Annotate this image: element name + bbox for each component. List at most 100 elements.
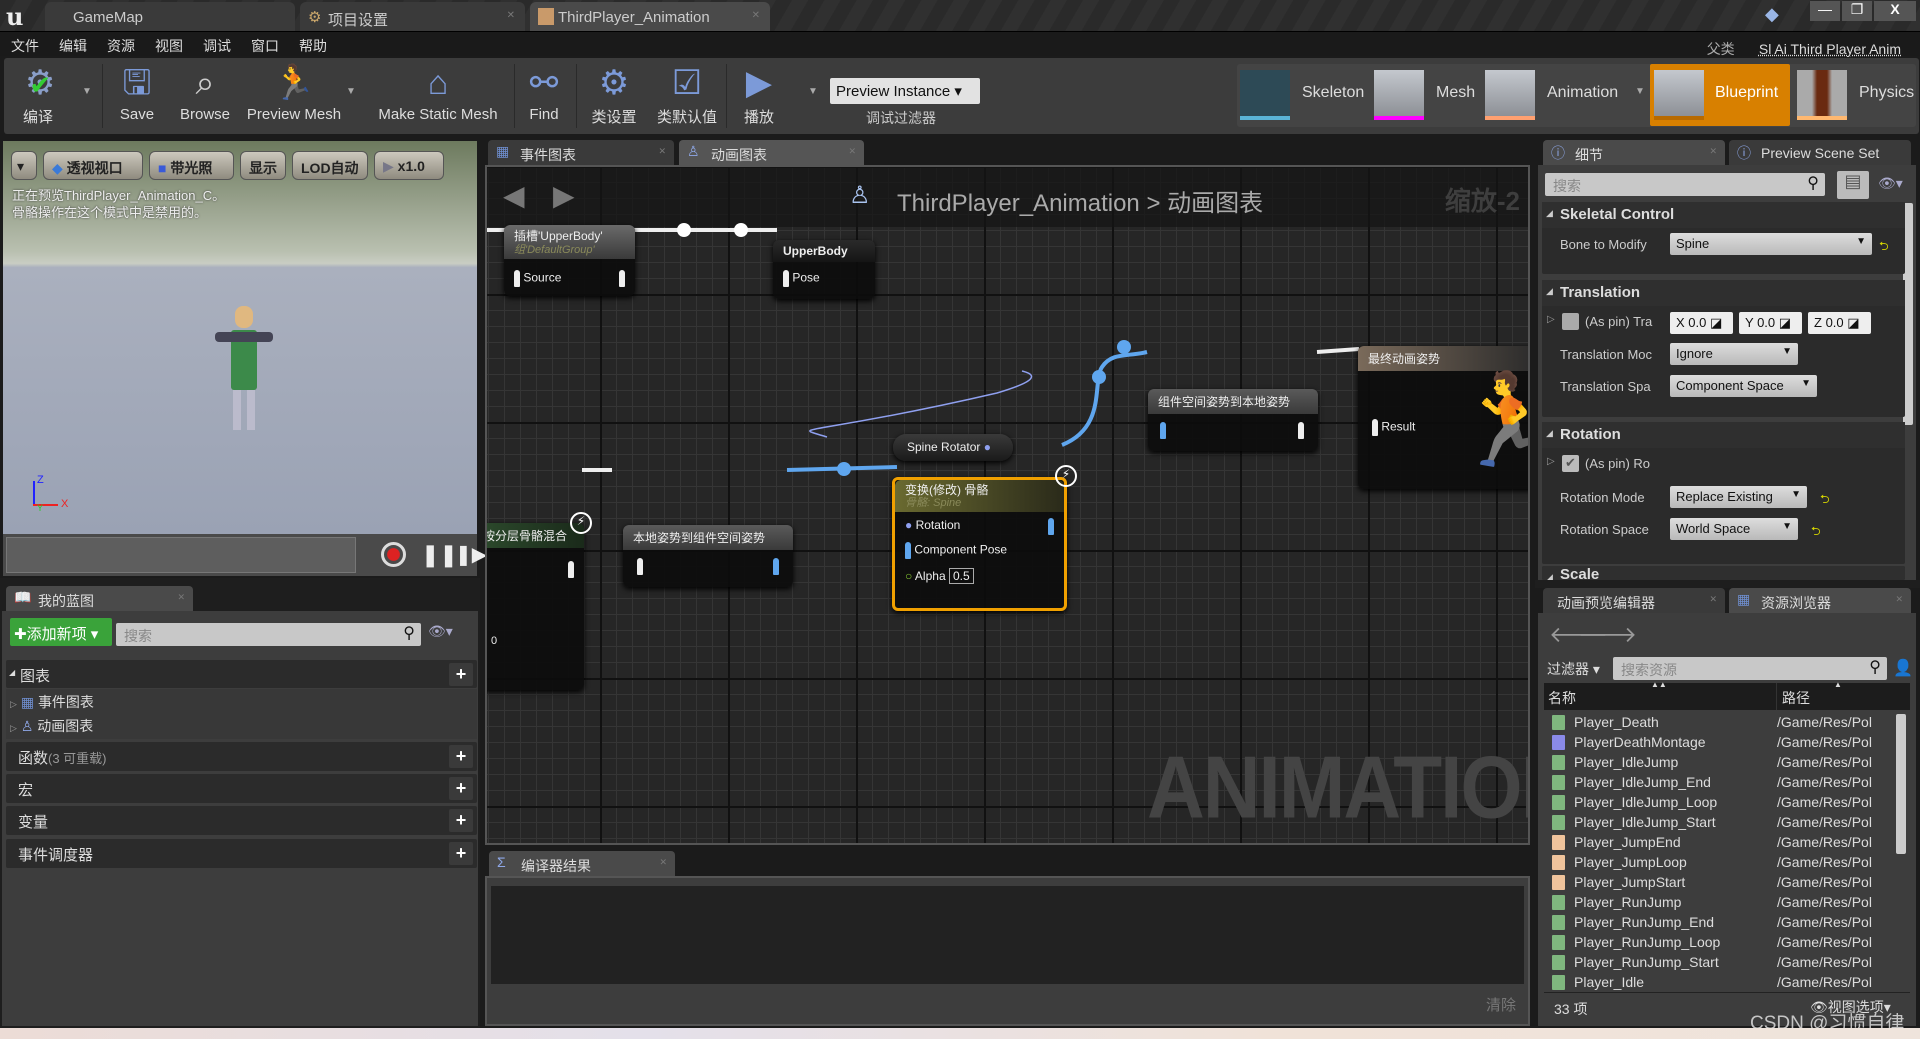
- mode-physics[interactable]: Physics: [1797, 68, 1915, 122]
- translation-z-input[interactable]: Z 0.0 ◪: [1808, 312, 1871, 334]
- pin-component-pose[interactable]: Component Pose: [905, 542, 1007, 559]
- close-icon[interactable]: ✕: [659, 857, 667, 868]
- graph-item-event-graph[interactable]: ▷ ▦ 事件图表: [10, 692, 470, 712]
- close-icon[interactable]: ✕: [1709, 594, 1717, 605]
- window-tab-project-settings[interactable]: ⚙ 项目设置 ✕: [300, 2, 525, 31]
- pin-output-pose[interactable]: [1048, 518, 1054, 535]
- section-header[interactable]: Rotation: [1542, 422, 1905, 448]
- tab-event-graph[interactable]: ▦ 事件图表 ✕: [488, 140, 674, 165]
- section-variables[interactable]: 变量 +: [6, 806, 477, 835]
- close-window-button[interactable]: X: [1874, 1, 1916, 21]
- close-icon[interactable]: ✕: [507, 10, 515, 21]
- compile-button[interactable]: ⚙✔ 编译: [8, 60, 68, 132]
- step-forward-button[interactable]: ❚▶: [455, 542, 487, 567]
- pin-output[interactable]: [619, 270, 625, 287]
- asset-row[interactable]: Player_RunJump_Loop/Game/Res/Pol: [1552, 932, 1892, 952]
- preview-mesh-button[interactable]: 🏃 Preview Mesh: [244, 60, 344, 132]
- view-options-eye-icon[interactable]: 👁▾: [428, 623, 453, 640]
- details-search-input[interactable]: 搜索 ⚲: [1545, 173, 1825, 196]
- expand-arrow-icon[interactable]: ▷: [1547, 456, 1555, 467]
- node-local-to-component[interactable]: 本地姿势到组件空间姿势: [623, 525, 793, 587]
- menu-view[interactable]: 视图: [144, 32, 192, 56]
- pin-pose[interactable]: Pose: [783, 270, 820, 287]
- pin-result[interactable]: Result: [1372, 419, 1415, 436]
- animation-dropdown-icon[interactable]: ▼: [1635, 86, 1645, 97]
- make-static-mesh-button[interactable]: ⌂ Make Static Mesh: [372, 60, 504, 132]
- rotator-pin-icon[interactable]: ●: [984, 440, 991, 454]
- section-header[interactable]: Scale: [1542, 566, 1905, 580]
- notification-icon[interactable]: ◆: [1765, 4, 1779, 25]
- menu-edit[interactable]: 编辑: [48, 32, 96, 56]
- property-matrix-button[interactable]: ▤: [1837, 171, 1869, 199]
- translation-y-input[interactable]: Y 0.0 ◪: [1739, 312, 1802, 334]
- class-defaults-button[interactable]: ☑ 类默认值: [654, 60, 720, 132]
- tab-content-browser[interactable]: ▦ 资源浏览器 ✕: [1729, 588, 1911, 613]
- save-button[interactable]: 🖫 Save: [112, 60, 162, 132]
- expand-arrow-icon[interactable]: ▷: [1547, 314, 1555, 325]
- node-transform-modify-bone[interactable]: 变换(修改) 骨骼 骨骼: Spine ● Rotation Component …: [892, 477, 1067, 611]
- close-icon[interactable]: ✕: [658, 146, 666, 157]
- menu-window[interactable]: 窗口: [240, 32, 288, 56]
- pin-input-pose[interactable]: [637, 558, 643, 575]
- clear-button[interactable]: 清除: [1486, 994, 1516, 1015]
- asset-row[interactable]: Player_JumpStart/Game/Res/Pol: [1552, 872, 1892, 892]
- tab-my-blueprint[interactable]: 📖 我的蓝图 ✕: [6, 586, 193, 611]
- section-header[interactable]: Skeletal Control: [1542, 202, 1905, 228]
- rotation-mode-dropdown[interactable]: Replace Existing ▼: [1670, 486, 1807, 508]
- asset-row[interactable]: Player_IdleJump_Loop/Game/Res/Pol: [1552, 792, 1892, 812]
- menu-help[interactable]: 帮助: [288, 32, 336, 56]
- section-macros[interactable]: 宏 +: [6, 774, 477, 803]
- asset-row[interactable]: Player_JumpLoop/Game/Res/Pol: [1552, 852, 1892, 872]
- preview-viewport[interactable]: ▾ ◆ 透视视口 ■ 带光照 显示 LOD自动 ▶ x1.0 正在预览Third…: [3, 141, 477, 536]
- splitter[interactable]: [1535, 580, 1920, 588]
- node-slot-upperbody[interactable]: 插槽'UpperBody' 组'DefaultGroup' Source: [504, 225, 635, 296]
- mode-mesh[interactable]: Mesh: [1374, 68, 1484, 122]
- window-tab-gamemap[interactable]: GameMap: [45, 2, 295, 31]
- asset-row[interactable]: Player_Idle/Game/Res/Pol: [1552, 972, 1892, 992]
- reset-to-default-icon[interactable]: ⮌: [1811, 522, 1821, 543]
- menu-debug[interactable]: 调试: [192, 32, 240, 56]
- pin-alpha[interactable]: ○ Alpha 0.5: [905, 568, 974, 584]
- translation-x-input[interactable]: X 0.0 ◪: [1670, 312, 1733, 334]
- close-icon[interactable]: ✕: [752, 10, 760, 21]
- close-icon[interactable]: ✕: [1895, 594, 1903, 605]
- viewport-options-button[interactable]: ▾: [11, 151, 37, 180]
- tab-anim-graph[interactable]: ♙ 动画图表 ✕: [679, 140, 864, 165]
- class-settings-button[interactable]: ⚙ 类设置: [584, 60, 644, 132]
- browse-button[interactable]: ⌕ Browse: [174, 60, 236, 132]
- add-graph-button[interactable]: +: [449, 663, 473, 686]
- asset-row[interactable]: PlayerDeathMontage/Game/Res/Pol: [1552, 732, 1892, 752]
- reset-to-default-icon[interactable]: ⮌: [1879, 237, 1889, 258]
- parent-class-link[interactable]: Sl Ai Third Player Anim: [1748, 37, 1910, 57]
- blend-value[interactable]: 0: [491, 635, 497, 647]
- mode-skeleton[interactable]: Skeleton: [1240, 68, 1370, 122]
- reset-to-default-icon[interactable]: ⮌: [1820, 490, 1830, 511]
- show-button[interactable]: 显示: [240, 151, 286, 180]
- close-icon[interactable]: ✕: [1709, 146, 1717, 157]
- column-path[interactable]: 路径: [1782, 688, 1810, 708]
- play-options-dropdown[interactable]: ▼: [808, 86, 818, 97]
- close-icon[interactable]: ✕: [848, 146, 856, 157]
- pin-output-pose[interactable]: [1298, 422, 1304, 439]
- asset-row[interactable]: Player_JumpEnd/Game/Res/Pol: [1552, 832, 1892, 852]
- forward-arrow-icon[interactable]: 🡒: [1578, 622, 1637, 648]
- perspective-button[interactable]: ◆ 透视视口: [43, 151, 143, 180]
- rotation-as-pin-checkbox[interactable]: ✔: [1562, 455, 1579, 472]
- menu-file[interactable]: 文件: [0, 32, 48, 56]
- mode-blueprint[interactable]: Blueprint: [1650, 64, 1790, 126]
- asset-row[interactable]: Player_Death/Game/Res/Pol: [1552, 712, 1892, 732]
- close-icon[interactable]: ✕: [177, 592, 185, 603]
- pin-input-pose[interactable]: [1160, 422, 1166, 439]
- play-button[interactable]: ▶ 播放: [734, 60, 784, 132]
- view-options-eye-icon[interactable]: 👁▾: [1878, 175, 1903, 192]
- column-name[interactable]: 名称: [1548, 688, 1576, 708]
- asset-row[interactable]: Player_RunJump_End/Game/Res/Pol: [1552, 912, 1892, 932]
- mode-animation[interactable]: Animation ▼: [1485, 68, 1645, 122]
- translation-as-pin-checkbox[interactable]: [1562, 313, 1579, 330]
- tab-compiler-results[interactable]: Σ 编译器结果 ✕: [489, 851, 675, 876]
- blueprint-search-input[interactable]: 搜索 ⚲: [116, 623, 421, 646]
- add-function-button[interactable]: +: [449, 745, 473, 768]
- tab-preview-scene-settings[interactable]: ⓘ Preview Scene Set: [1729, 140, 1911, 165]
- node-layered-blend-per-bone[interactable]: 按分层骨骼混合 0: [487, 523, 584, 690]
- pin-source[interactable]: Source: [514, 270, 561, 287]
